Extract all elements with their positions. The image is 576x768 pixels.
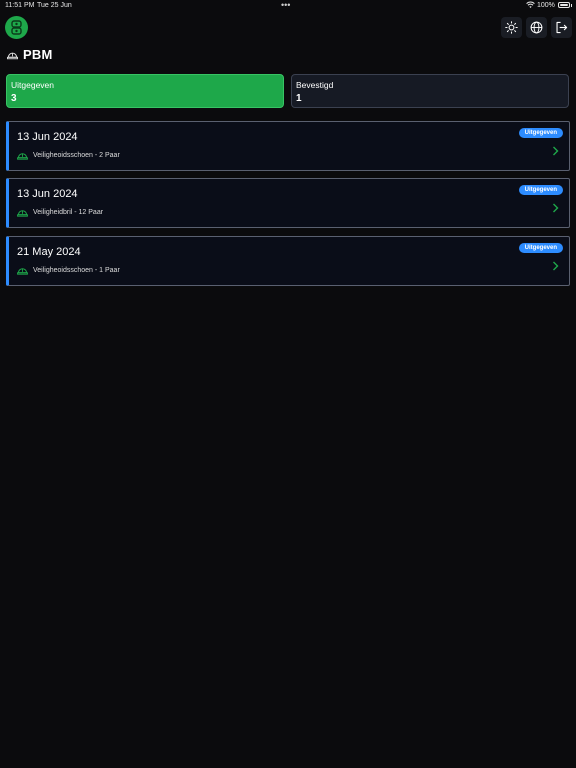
issue-item-row: Veiligheoidsschoen - 2 Paar bbox=[17, 151, 120, 160]
status-badge: Uitgegeven bbox=[518, 185, 563, 195]
wifi-icon bbox=[526, 1, 535, 8]
issue-list-item[interactable]: 13 Jun 2024 Uitgegeven Veiligheoidsschoe… bbox=[6, 121, 570, 171]
status-bar: 11:51 PM Tue 25 Jun ••• 100% bbox=[0, 0, 576, 12]
chevron-right-icon[interactable] bbox=[552, 203, 559, 213]
issue-date: 13 Jun 2024 bbox=[17, 188, 78, 200]
issue-list-item[interactable]: 13 Jun 2024 Uitgegeven Veiligheidbril - … bbox=[6, 178, 570, 228]
stat-value: 3 bbox=[11, 93, 17, 104]
theme-toggle-button[interactable] bbox=[501, 17, 522, 38]
page-title: PBM bbox=[23, 47, 53, 62]
issue-item-row: Veiligheidbril - 12 Paar bbox=[17, 208, 103, 217]
logo-icon bbox=[11, 20, 22, 35]
battery-cap bbox=[571, 4, 572, 7]
globe-icon bbox=[530, 21, 543, 34]
hard-hat-icon bbox=[7, 52, 18, 59]
status-badge: Uitgegeven bbox=[518, 243, 563, 253]
status-badge: Uitgegeven bbox=[518, 128, 563, 138]
language-button[interactable] bbox=[526, 17, 547, 38]
battery-percent: 100% bbox=[537, 2, 555, 9]
issue-item-row: Veiligheoidsschoen - 1 Paar bbox=[17, 266, 120, 275]
status-time: 11:51 PM bbox=[5, 2, 35, 9]
battery-icon bbox=[558, 2, 570, 8]
header-actions bbox=[501, 17, 572, 38]
status-date: Tue 25 Jun bbox=[37, 2, 72, 9]
stat-label: Bevestigd bbox=[296, 80, 334, 90]
stat-label: Uitgegeven bbox=[11, 80, 55, 90]
issue-item-text: Veiligheoidsschoen - 1 Paar bbox=[33, 267, 120, 274]
stat-card-uitgegeven[interactable]: Uitgegeven 3 bbox=[6, 74, 284, 108]
hard-hat-icon bbox=[17, 153, 28, 160]
multitasking-dots[interactable]: ••• bbox=[281, 0, 290, 10]
issue-date: 21 May 2024 bbox=[17, 246, 81, 258]
stat-card-bevestigd[interactable]: Bevestigd 1 bbox=[291, 74, 569, 108]
issue-list-item[interactable]: 21 May 2024 Uitgegeven Veiligheoidsschoe… bbox=[6, 236, 570, 286]
stat-value: 1 bbox=[296, 93, 302, 104]
chevron-right-icon[interactable] bbox=[552, 146, 559, 156]
chevron-right-icon[interactable] bbox=[552, 261, 559, 271]
issue-date: 13 Jun 2024 bbox=[17, 131, 78, 143]
issue-item-text: Veiligheidbril - 12 Paar bbox=[33, 209, 104, 216]
issue-item-text: Veiligheoidsschoen - 2 Paar bbox=[33, 152, 120, 159]
app-screen: 11:51 PM Tue 25 Jun ••• 100% PBM Uitgege… bbox=[0, 0, 576, 768]
logout-button[interactable] bbox=[551, 17, 572, 38]
sun-icon bbox=[505, 21, 518, 34]
app-logo[interactable] bbox=[5, 16, 28, 39]
page-title-row: PBM bbox=[7, 47, 53, 62]
logout-icon bbox=[556, 21, 568, 34]
hard-hat-icon bbox=[17, 210, 28, 217]
hard-hat-icon bbox=[17, 268, 28, 275]
